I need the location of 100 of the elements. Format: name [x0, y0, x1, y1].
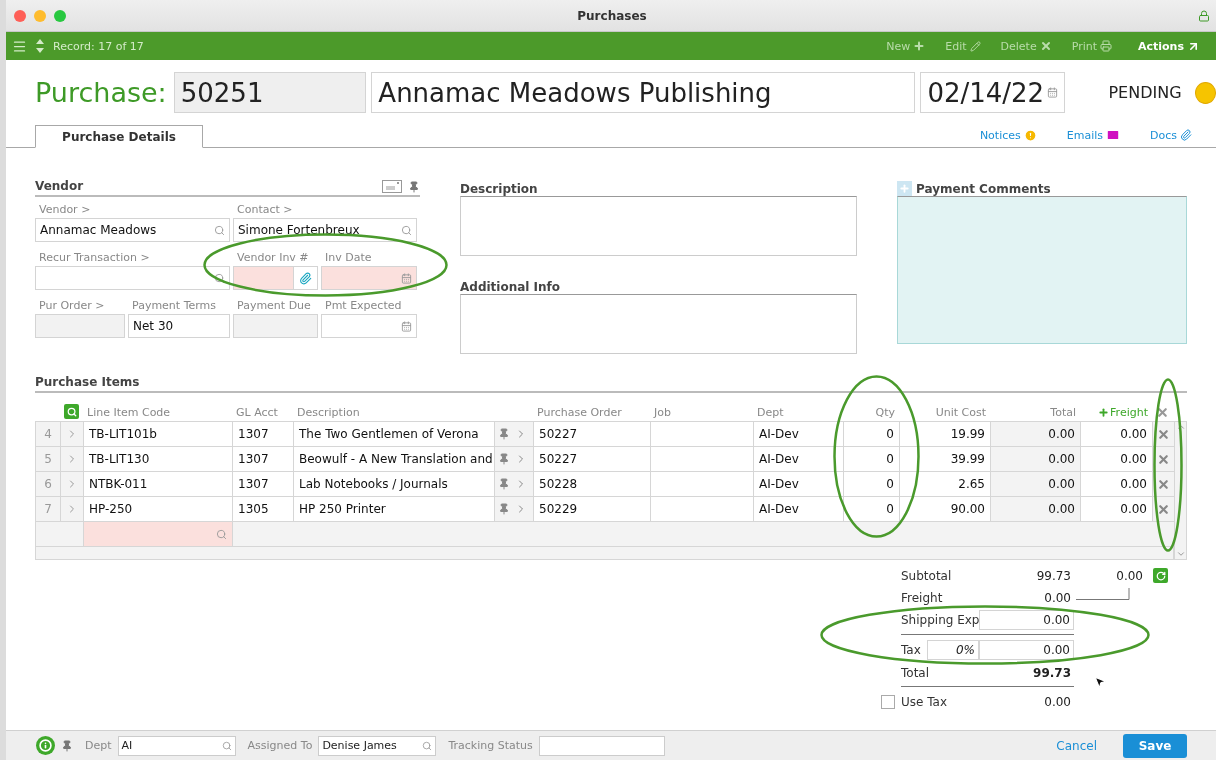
input-field[interactable]: Simone Fortenbreux — [233, 218, 417, 242]
printer-icon — [1100, 40, 1112, 52]
input-field[interactable] — [321, 314, 417, 338]
column-header: Job — [652, 406, 672, 419]
row-number: 6 — [35, 471, 61, 497]
save-button[interactable]: Save — [1123, 733, 1187, 758]
add-button[interactable] — [897, 181, 912, 196]
apply-button[interactable] — [1153, 568, 1168, 583]
column-header: Unit Cost — [934, 406, 987, 419]
field-label: Pur Order > — [38, 299, 106, 314]
plus-icon — [1098, 407, 1110, 418]
open-row-button[interactable] — [60, 496, 84, 522]
open-row-button[interactable] — [60, 421, 84, 447]
minimize-button[interactable] — [34, 9, 46, 22]
cursor-icon — [1093, 675, 1107, 689]
totals-value: 99.73 — [1032, 664, 1072, 682]
field-label: Assigned To — [247, 739, 313, 752]
field-label: Tracking Status — [448, 739, 533, 752]
totals-value: 0.00 — [1043, 693, 1072, 711]
pin-icon[interactable] — [498, 428, 510, 440]
checkbox[interactable] — [881, 694, 895, 709]
totals-value: 0.00 — [1043, 589, 1072, 607]
search-icon — [214, 224, 225, 236]
input-field[interactable] — [35, 314, 125, 338]
input-field[interactable]: Denise James — [318, 735, 437, 756]
calendar-icon — [401, 272, 412, 284]
close-window-button[interactable] — [14, 9, 26, 22]
column-header: Qty — [874, 406, 896, 419]
pin-icon[interactable] — [408, 181, 420, 193]
comments-area[interactable] — [897, 196, 1187, 344]
input-field[interactable]: AI — [117, 735, 236, 756]
totals-label: Total — [901, 664, 931, 682]
actions-button[interactable]: Actions — [1132, 39, 1206, 53]
column-header: Dept — [756, 406, 785, 419]
shipping-field[interactable]: 0.00 — [979, 610, 1074, 630]
section-title: Purchase Items — [35, 375, 140, 389]
field-label: Contact > — [236, 203, 294, 218]
search-button[interactable] — [64, 404, 79, 419]
up-down-arrows-icon[interactable] — [35, 38, 45, 54]
section-title: Description — [460, 182, 538, 196]
delete-icon — [1157, 427, 1170, 441]
attach-button[interactable] — [293, 267, 317, 289]
column-header: Total — [1049, 406, 1077, 419]
delete-icon[interactable] — [1156, 406, 1169, 419]
info-icon — [39, 739, 52, 752]
purchase-label: Purchase: — [35, 77, 167, 108]
text-area[interactable] — [460, 196, 857, 256]
date-field[interactable]: 02/14/22 — [920, 72, 1066, 113]
column-header: Description — [296, 406, 361, 419]
totals-label: Shipping Exp — [901, 612, 979, 629]
tax-field[interactable]: 0.00 — [979, 640, 1074, 660]
maximize-button[interactable] — [54, 9, 66, 22]
input-field[interactable] — [233, 266, 318, 290]
totals-label: Subtotal — [901, 567, 953, 585]
refresh-icon — [1155, 570, 1166, 581]
totals-label: Use Tax — [901, 693, 949, 711]
input-field[interactable]: Annamac Meadows — [35, 218, 230, 242]
calendar-icon — [401, 320, 412, 332]
pin-icon[interactable] — [498, 478, 510, 490]
tax-rate-field[interactable]: 0% — [927, 640, 979, 660]
input-field[interactable] — [35, 266, 230, 290]
table-cell: 0.00 — [990, 471, 1081, 497]
search-icon — [214, 272, 225, 284]
emails-link[interactable]: Emails — [1066, 128, 1120, 142]
input-field[interactable] — [83, 521, 233, 547]
input-field[interactable] — [233, 314, 318, 338]
tab[interactable]: Purchase Details — [35, 125, 203, 148]
delete-icon — [1157, 477, 1170, 491]
input-field[interactable] — [321, 266, 417, 290]
field-label: Recur Transaction > — [38, 251, 151, 266]
field-label: Pmt Expected — [324, 299, 403, 314]
card-icon[interactable] — [382, 180, 402, 193]
open-row-button[interactable] — [60, 471, 84, 497]
status-label: PENDING — [1108, 83, 1182, 102]
input-field[interactable] — [538, 735, 665, 756]
alert-icon — [1023, 128, 1037, 142]
input-field[interactable]: Net 30 — [128, 314, 230, 338]
purchase-number-field[interactable]: 50251 — [173, 72, 367, 113]
totals-label: Freight — [901, 589, 944, 607]
scroll-down-icon[interactable] — [1175, 549, 1186, 559]
table-cell: 0.00 — [990, 446, 1081, 472]
vendor-name-field[interactable]: Annamac Meadows Publishing — [371, 72, 916, 113]
docs-link[interactable]: Docs — [1150, 128, 1192, 142]
pin-icon[interactable] — [61, 739, 73, 752]
open-row-button[interactable] — [60, 446, 84, 472]
section-title: Payment Comments — [916, 182, 1051, 196]
notices-link[interactable]: Notices — [979, 128, 1037, 142]
column-header: GL Acct — [235, 406, 279, 419]
window-title: Purchases — [576, 8, 648, 23]
column-header: Purchase Order — [536, 406, 623, 419]
delete-icon — [1157, 502, 1170, 516]
pin-icon[interactable] — [498, 453, 510, 465]
text-area[interactable] — [460, 294, 857, 354]
row-number: 4 — [35, 421, 61, 447]
close-icon — [1039, 40, 1052, 52]
table-cell — [35, 521, 84, 547]
status-dot-icon — [1194, 81, 1216, 104]
menu-icon[interactable] — [12, 38, 27, 54]
info-button[interactable] — [36, 736, 55, 755]
pin-icon[interactable] — [498, 503, 510, 515]
